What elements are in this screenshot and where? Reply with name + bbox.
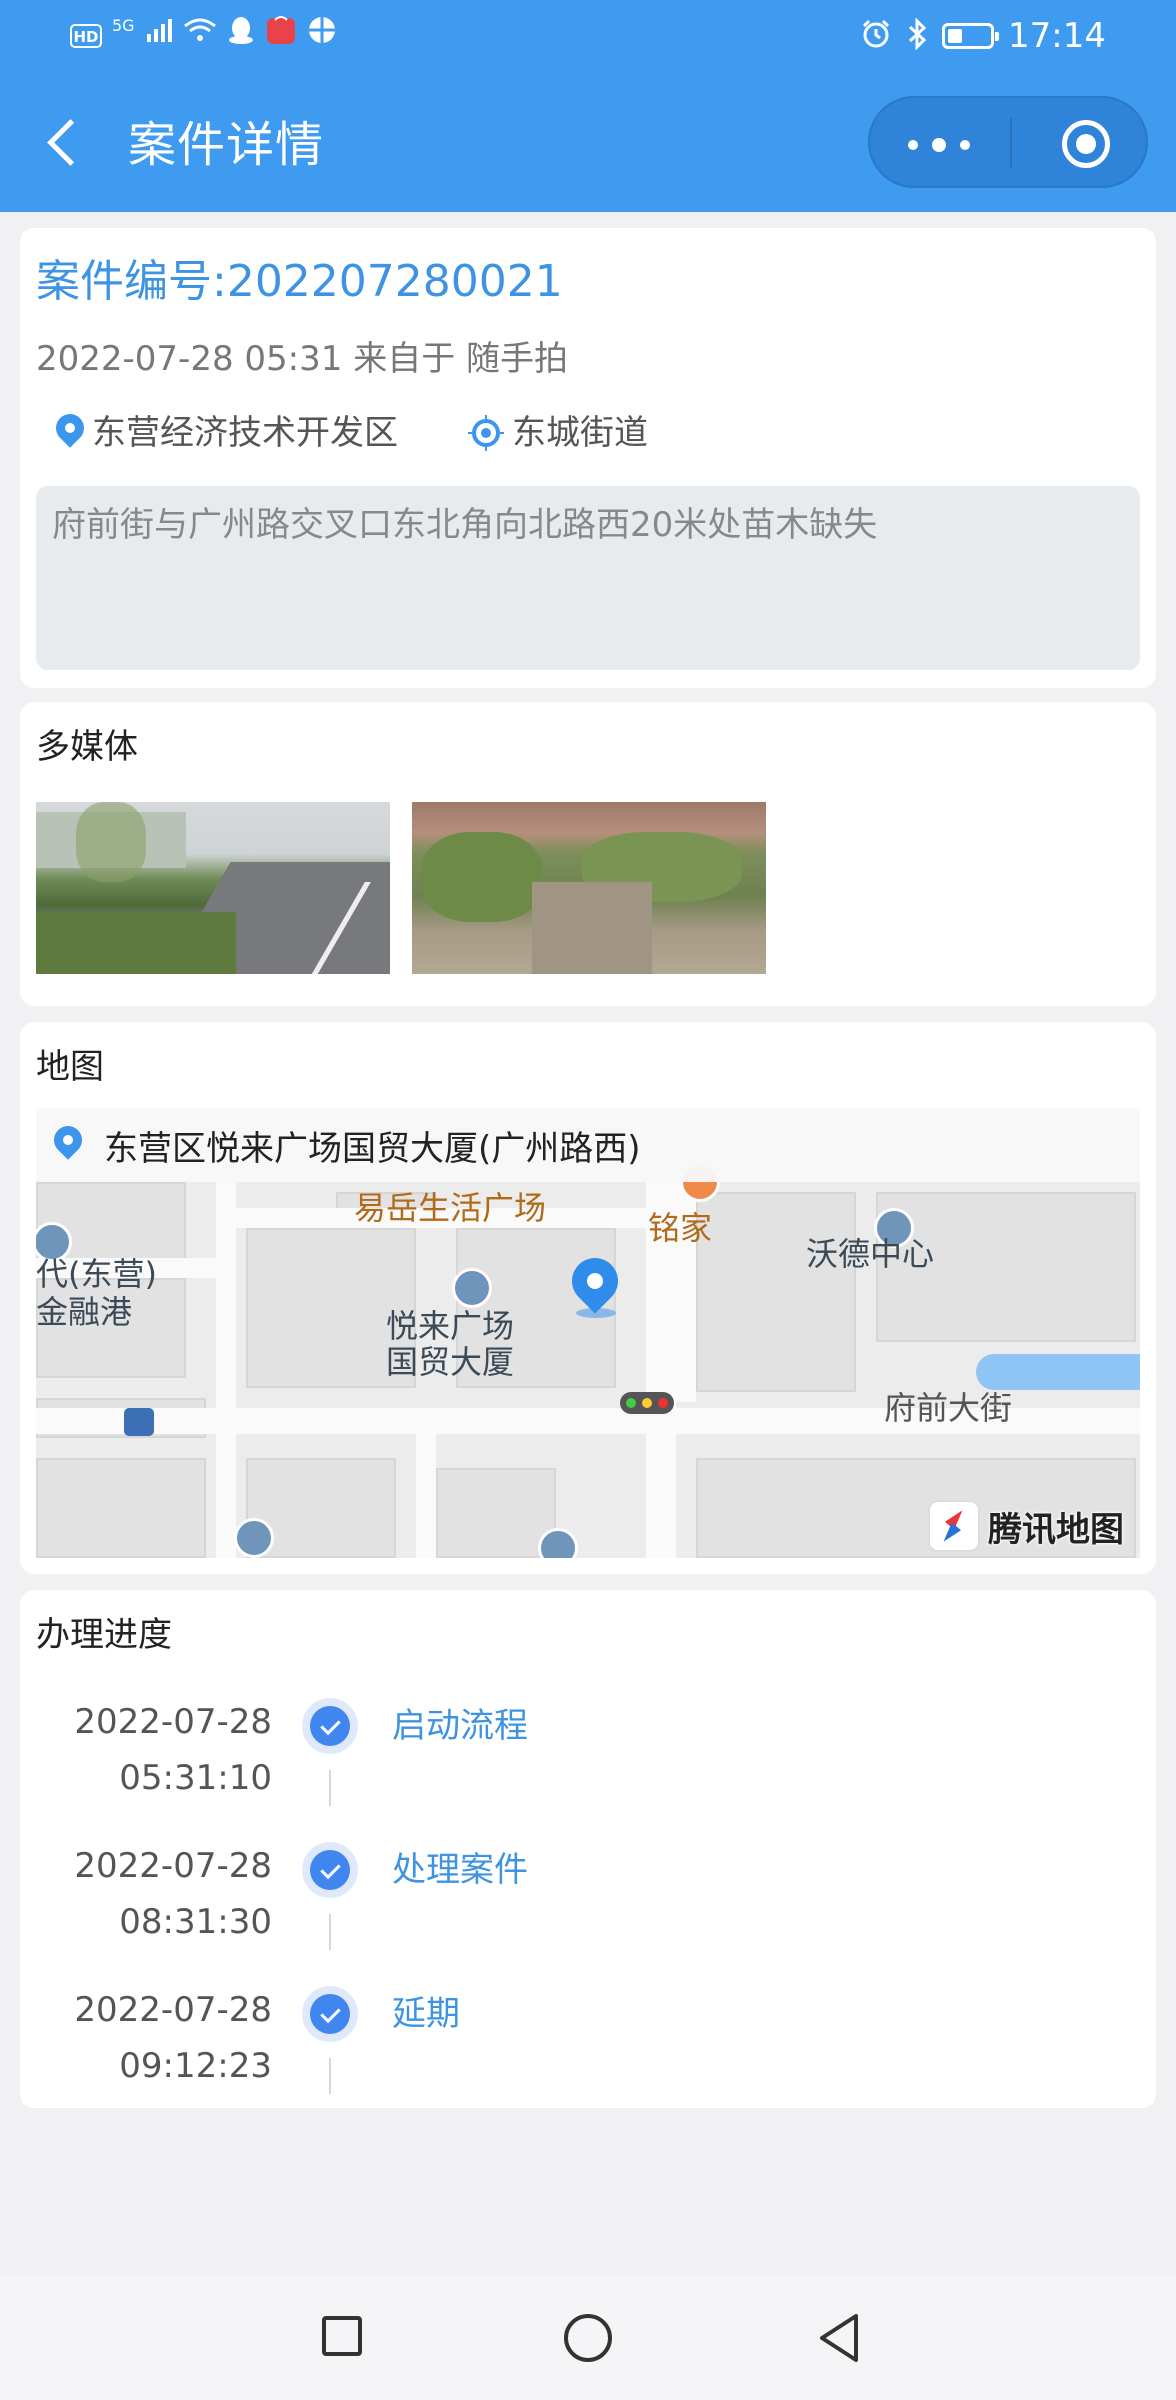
wifi-icon — [183, 16, 217, 56]
map-label-building: 国贸大厦 — [386, 1343, 515, 1381]
signal-icon: 5G — [112, 16, 135, 35]
step-time: 08:31:30 — [119, 1902, 272, 1942]
media-card: 多媒体 — [20, 702, 1156, 1006]
media-photo-2[interactable] — [412, 802, 766, 974]
qq-icon — [227, 15, 255, 57]
back-button[interactable] — [38, 112, 94, 176]
map-label-building: 金融港 — [36, 1293, 133, 1331]
tencent-map-logo: 腾讯地图 — [928, 1500, 1124, 1552]
map-water — [976, 1354, 1140, 1390]
signal-bars-icon — [145, 16, 173, 56]
map-address-bar: 东营区悦来广场国贸大厦(广州路西) — [36, 1108, 1140, 1182]
chevron-left-icon — [47, 119, 94, 166]
status-bar-right: 17:14 — [860, 14, 1106, 58]
battery-icon — [942, 23, 1000, 49]
progress-title: 办理进度 — [36, 1615, 172, 1655]
step-time: 09:12:23 — [119, 2046, 272, 2086]
more-button[interactable] — [870, 98, 1010, 186]
location-row: 东营经济技术开发区 东城街道 — [50, 408, 648, 458]
bus-stop-icon — [124, 1408, 154, 1436]
status-time: 17:14 — [1008, 16, 1106, 56]
hd-badge: HD — [70, 24, 102, 48]
compass-icon — [928, 1500, 980, 1552]
timeline-line — [329, 1914, 331, 1950]
building-poi-icon — [538, 1528, 578, 1558]
recents-button[interactable] — [272, 2276, 412, 2400]
map-label-building: 代(东营) — [36, 1255, 157, 1293]
check-circle-icon — [302, 1842, 358, 1898]
case-meta: 2022-07-28 05:31 来自于 随手拍 — [36, 339, 568, 379]
progress-step: 2022-07-28 05:31:10 启动流程 — [20, 1694, 1156, 1838]
street-label: 东城街道 — [512, 413, 648, 453]
progress-card: 办理进度 2022-07-28 05:31:10 启动流程 2022-07-28… — [20, 1590, 1156, 2108]
bluetooth-icon — [906, 17, 928, 54]
check-circle-icon — [302, 1698, 358, 1754]
location-pin-icon — [48, 1120, 88, 1164]
map-view[interactable]: 易岳生活广场 铭家 沃德中心 代(东营) 金融港 悦来广场 国贸大厦 府前大街 … — [36, 1108, 1140, 1558]
map-address: 东营区悦来广场国贸大厦(广州路西) — [104, 1128, 641, 1169]
media-photo-1[interactable] — [36, 802, 390, 974]
timeline-line — [329, 2058, 331, 2094]
map-label-building: 悦来广场 — [386, 1307, 515, 1345]
map-label-building: 沃德中心 — [806, 1235, 935, 1273]
check-circle-icon — [302, 1986, 358, 2042]
case-number: 案件编号:202207280021 — [36, 256, 563, 307]
step-label: 延期 — [392, 1994, 460, 2034]
timeline-line — [329, 1770, 331, 1806]
tencent-map-logo-text: 腾讯地图 — [988, 1509, 1124, 1550]
street-target-icon — [468, 415, 504, 451]
alarm-icon — [860, 18, 892, 54]
map-label-road: 府前大街 — [884, 1389, 1013, 1427]
huawei-store-icon — [265, 14, 297, 58]
location-pin-icon — [50, 408, 90, 452]
step-date: 2022-07-28 — [74, 1990, 272, 2030]
progress-step: 2022-07-28 08:31:30 处理案件 — [20, 1838, 1156, 1982]
close-mini-program-button[interactable] — [1012, 98, 1146, 186]
step-time: 05:31:10 — [119, 1758, 272, 1798]
browser-icon — [307, 15, 337, 57]
case-description: 府前街与广州路交叉口东北角向北路西20米处苗木缺失 — [36, 486, 1140, 670]
step-label: 处理案件 — [392, 1850, 528, 1890]
media-title: 多媒体 — [36, 727, 138, 767]
progress-step: 2022-07-28 09:12:23 延期 — [20, 1982, 1156, 2126]
square-icon — [322, 2316, 362, 2356]
circle-icon — [564, 2314, 612, 2362]
traffic-light-icon — [620, 1392, 674, 1414]
map-label-poi: 铭家 — [648, 1209, 713, 1247]
map-card: 地图 易岳生活广场 铭家 沃德中心 代(东营) 金融港 悦来广场 国贸大厦 府前… — [20, 1022, 1156, 1574]
mini-program-capsule — [868, 96, 1148, 188]
system-nav-bar — [0, 2276, 1176, 2400]
building-poi-icon — [234, 1518, 274, 1558]
district-label: 东营经济技术开发区 — [92, 413, 398, 453]
back-nav-button[interactable] — [764, 2276, 904, 2400]
home-button[interactable] — [518, 2276, 658, 2400]
case-info-card: 案件编号:202207280021 2022-07-28 05:31 来自于 随… — [20, 228, 1156, 688]
step-label: 启动流程 — [392, 1706, 528, 1746]
status-bar-left: HD 5G — [70, 15, 337, 57]
step-date: 2022-07-28 — [74, 1702, 272, 1742]
step-date: 2022-07-28 — [74, 1846, 272, 1886]
app-header: HD 5G 17:14 案件详情 — [0, 0, 1176, 212]
map-label-poi: 易岳生活广场 — [354, 1189, 547, 1227]
map-title: 地图 — [36, 1047, 104, 1087]
page-title: 案件详情 — [128, 117, 325, 173]
building-poi-icon — [452, 1268, 492, 1308]
